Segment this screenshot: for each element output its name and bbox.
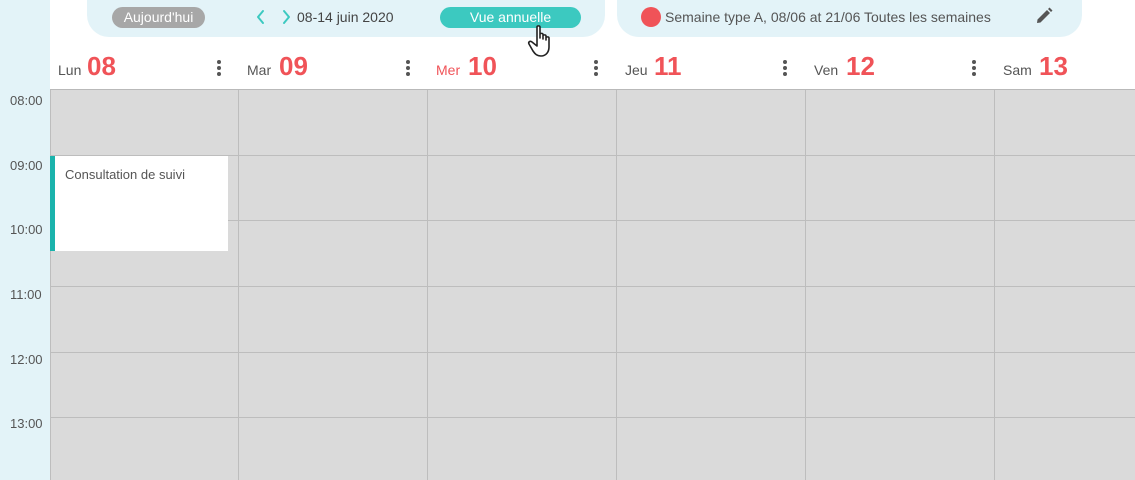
pencil-icon[interactable] (1034, 6, 1054, 26)
annual-view-button[interactable]: Vue annuelle (440, 7, 581, 28)
hour-label: 10:00 (10, 222, 43, 237)
day-name: Lun (58, 62, 82, 78)
day-header-jeu: Jeu 11 (617, 50, 806, 86)
day-column-line (50, 90, 51, 480)
day-number: 08 (87, 51, 116, 81)
hour-label: 12:00 (10, 352, 43, 367)
time-gutter (0, 0, 50, 480)
hour-label: 09:00 (10, 158, 43, 173)
week-type-label: Semaine type A, 08/06 at 21/06 Toutes le… (665, 9, 991, 25)
day-number: 13 (1039, 51, 1068, 81)
day-name: Ven (814, 62, 839, 78)
day-header-mar: Mar 09 (239, 50, 428, 86)
day-column-line (427, 90, 428, 480)
next-week-icon[interactable] (278, 7, 294, 27)
day-header-sam: Sam 13 (995, 50, 1135, 86)
day-name: Mar (247, 62, 272, 78)
day-name: Jeu (625, 62, 648, 78)
day-column-line (994, 90, 995, 480)
day-menu-icon[interactable] (969, 58, 979, 78)
previous-week-icon[interactable] (253, 7, 269, 27)
day-name: Mer (436, 62, 461, 78)
date-range: 08-14 juin 2020 (297, 9, 394, 25)
calendar-grid[interactable] (50, 89, 1135, 480)
day-column-line (616, 90, 617, 480)
today-button[interactable]: Aujourd'hui (112, 7, 205, 28)
day-header-lun: Lun 08 (50, 50, 239, 86)
hour-line (50, 352, 1135, 353)
day-header-ven: Ven 12 (806, 50, 995, 86)
day-menu-icon[interactable] (403, 58, 413, 78)
hour-line (50, 286, 1135, 287)
day-menu-icon[interactable] (591, 58, 601, 78)
day-name: Sam (1003, 62, 1032, 78)
hour-label: 08:00 (10, 93, 43, 108)
day-menu-icon[interactable] (780, 58, 790, 78)
day-number: 10 (468, 51, 497, 81)
event-title: Consultation de suivi (65, 167, 185, 182)
calendar-event[interactable]: Consultation de suivi (50, 156, 228, 251)
day-number: 09 (279, 51, 308, 81)
day-header-mer: Mer 10 (428, 50, 617, 86)
hour-label: 11:00 (10, 287, 42, 302)
day-menu-icon[interactable] (214, 58, 224, 78)
day-column-line (238, 90, 239, 480)
day-number: 11 (654, 51, 682, 81)
hour-line (50, 417, 1135, 418)
day-column-line (805, 90, 806, 480)
hour-label: 13:00 (10, 416, 43, 431)
week-type-color-dot (641, 7, 661, 27)
day-number: 12 (846, 51, 875, 81)
